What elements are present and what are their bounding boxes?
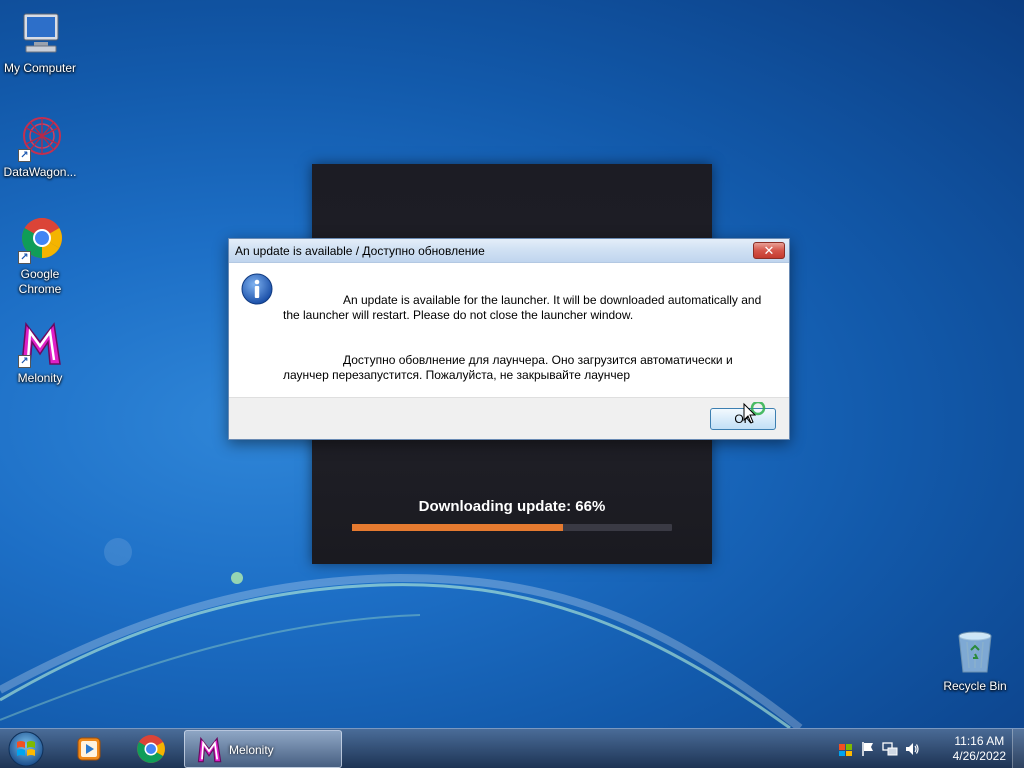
shortcut-arrow-icon: ↗ — [18, 149, 31, 162]
system-tray: 11:16 AM 4/26/2022 — [834, 729, 1024, 768]
action-center-icon[interactable] — [838, 741, 854, 757]
desktop-icon-datawagon[interactable]: ↗ DataWagon... — [0, 114, 80, 180]
recycle-bin-icon — [951, 628, 999, 676]
start-button-icon[interactable] — [6, 730, 46, 768]
taskbar-item-label: Melonity — [229, 743, 274, 757]
dialog-body: An update is available for the launcher.… — [229, 263, 789, 397]
desktop-icon-my-computer[interactable]: My Computer — [0, 10, 80, 76]
chrome-icon[interactable] — [124, 731, 176, 767]
desktop-icon-chrome[interactable]: ↗ Google Chrome — [0, 216, 80, 297]
taskbar-item-melonity[interactable]: Melonity — [184, 730, 342, 768]
flag-icon[interactable] — [860, 741, 876, 757]
dialog-close-button[interactable]: ✕ — [753, 242, 785, 259]
taskbar: Melonity 11:16 AM 4/26/2022 — [0, 728, 1024, 768]
desktop-icon-label: Recycle Bin — [943, 679, 1007, 693]
shortcut-arrow-icon: ↗ — [18, 251, 31, 264]
mouse-cursor-icon — [743, 402, 766, 424]
network-icon[interactable] — [882, 741, 898, 757]
melonity-icon — [197, 736, 222, 763]
dialog-title: An update is available / Доступно обновл… — [235, 244, 485, 258]
desktop-icon-label: My Computer — [3, 61, 77, 75]
datawagon-icon: ↗ — [16, 114, 64, 162]
desktop-icon-melonity[interactable]: ↗ Melonity — [0, 320, 80, 386]
download-progress-text: Downloading update: 66% — [418, 498, 606, 515]
melonity-icon: ↗ — [16, 320, 64, 368]
show-desktop-button[interactable] — [1012, 729, 1024, 768]
clock-date: 4/26/2022 — [952, 749, 1006, 763]
desktop-icon-label: DataWagon... — [3, 165, 77, 179]
shortcut-arrow-icon: ↗ — [18, 355, 31, 368]
dialog-footer: OK — [229, 397, 789, 439]
dialog-message-english: An update is available for the launcher.… — [283, 293, 762, 322]
desktop-icon-label: Google Chrome — [18, 267, 62, 296]
desktop-icon-recycle-bin[interactable]: Recycle Bin — [935, 628, 1015, 694]
dialog-message-russian: Доступно обовлнение для лаунчера. Оно за… — [283, 353, 733, 382]
chrome-icon: ↗ — [16, 216, 64, 264]
taskbar-clock[interactable]: 11:16 AM 4/26/2022 — [953, 734, 1006, 764]
computer-icon — [16, 10, 64, 58]
volume-icon[interactable] — [904, 741, 920, 757]
download-progress-bar — [352, 524, 672, 531]
dialog-titlebar[interactable]: An update is available / Доступно обновл… — [229, 239, 789, 263]
info-icon — [241, 273, 273, 305]
desktop-icon-label: Melonity — [17, 371, 63, 385]
download-progress-fill — [352, 524, 564, 531]
clock-time: 11:16 AM — [954, 734, 1005, 748]
update-dialog: An update is available / Доступно обновл… — [228, 238, 790, 440]
media-player-icon[interactable] — [62, 731, 114, 767]
